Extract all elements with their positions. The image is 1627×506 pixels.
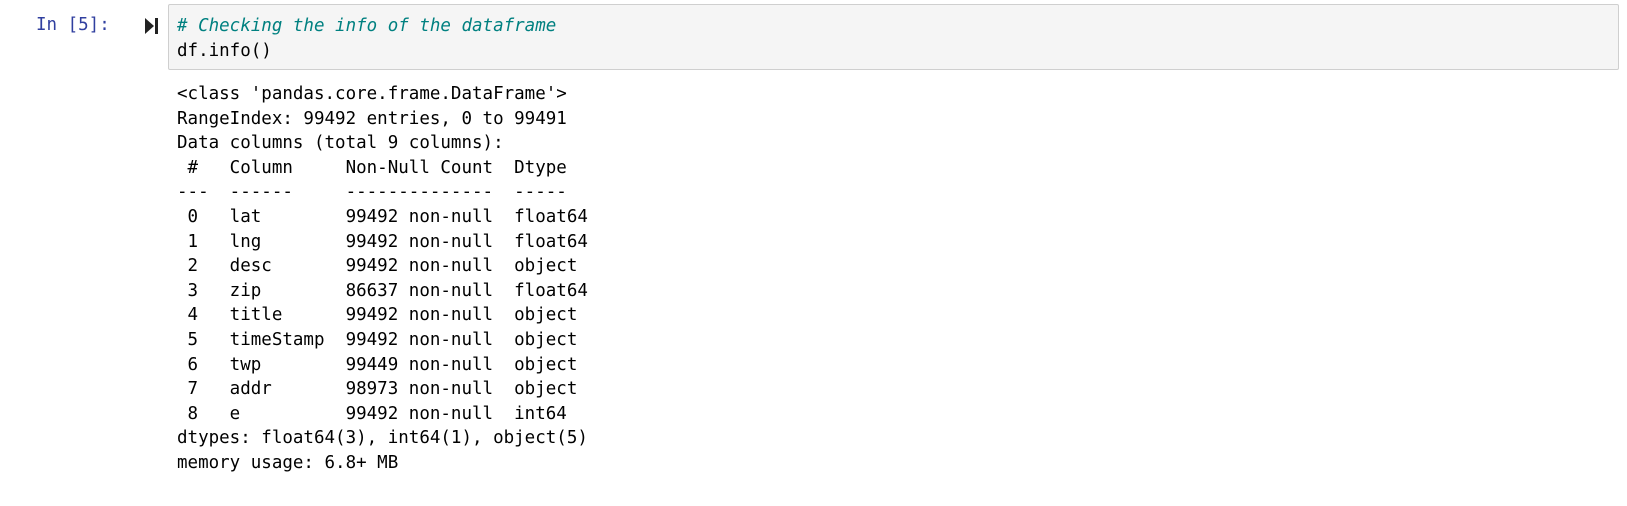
code-statement-line: df.info() (177, 41, 272, 61)
output-line-dtypes: dtypes: float64(3), int64(1), object(5) (177, 428, 588, 449)
code-input-area[interactable]: # Checking the info of the dataframe df.… (168, 4, 1619, 70)
output-table-row: 2 desc 99492 non-null object (177, 256, 588, 277)
output-line-data-columns: Data columns (total 9 columns): (177, 133, 504, 154)
output-table-row: 1 lng 99492 non-null float64 (177, 231, 588, 252)
output-table-row: 0 lat 99492 non-null float64 (177, 206, 588, 227)
code-comment-line: # Checking the info of the dataframe (177, 16, 557, 36)
output-table-row: 3 zip 86637 non-null float64 (177, 280, 588, 301)
output-table-row: 4 title 99492 non-null object (177, 305, 588, 326)
output-table-row: 6 twp 99449 non-null object (177, 354, 588, 375)
output-table-separator: --- ------ -------------- ----- (177, 182, 588, 203)
output-line-rangeindex: RangeIndex: 99492 entries, 0 to 99491 (177, 108, 567, 129)
output-table-row: 5 timeStamp 99492 non-null object (177, 329, 588, 350)
cell-prompt: In [5]: (36, 15, 110, 35)
cell-output-area: <class 'pandas.core.frame.DataFrame'> Ra… (177, 82, 1617, 476)
output-table-header: # Column Non-Null Count Dtype (177, 157, 588, 178)
code-cell[interactable]: In [5]: # Checking the info of the dataf… (0, 0, 1627, 506)
output-line-class: <class 'pandas.core.frame.DataFrame'> (177, 84, 567, 104)
output-table-row: 7 addr 98973 non-null object (177, 379, 588, 400)
output-line-memory-usage: memory usage: 6.8+ MB (177, 452, 399, 473)
output-table-row: 8 e 99492 non-null int64 (177, 403, 588, 424)
run-cell-icon[interactable] (145, 17, 159, 35)
